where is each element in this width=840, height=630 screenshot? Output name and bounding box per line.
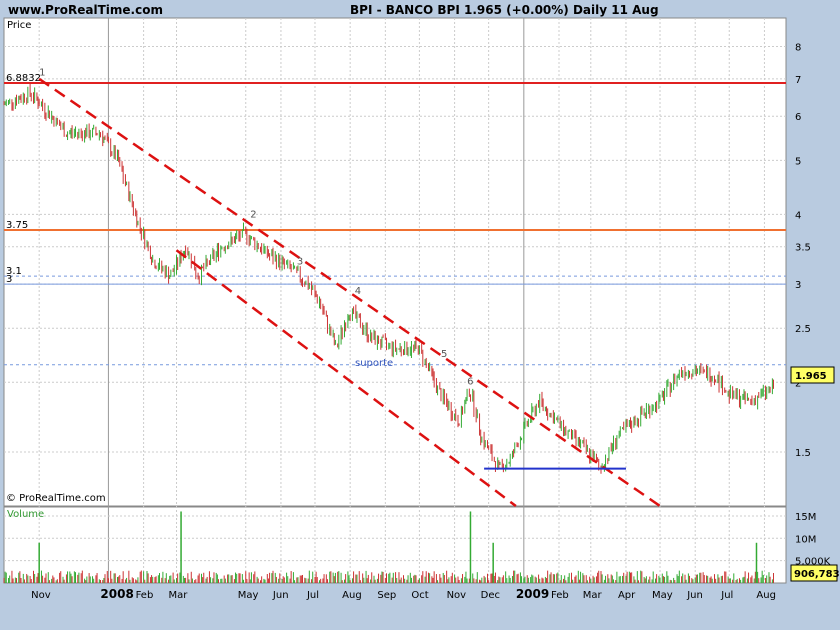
suporte-annotation: suporte bbox=[355, 358, 393, 369]
time-tick-label: Jul bbox=[306, 590, 319, 601]
copyright: © ProRealTime.com bbox=[6, 493, 106, 504]
time-tick-label: Mar bbox=[583, 590, 603, 601]
time-tick-label: Mar bbox=[169, 590, 189, 601]
ylabel-price: Price bbox=[7, 20, 31, 31]
volume-label: Volume bbox=[7, 509, 44, 520]
time-tick-label: Jul bbox=[720, 590, 733, 601]
price-chart: 6.88323.753.13 123456 876543.532.521.5 1… bbox=[3, 17, 840, 601]
price-axis: 876543.532.521.5 bbox=[795, 43, 811, 459]
wave-marker-label: 4 bbox=[355, 286, 361, 297]
price-tick-label: 1.5 bbox=[795, 448, 811, 459]
time-tick-label: Nov bbox=[447, 590, 467, 601]
time-tick-label: Feb bbox=[136, 590, 154, 601]
time-tick-label: Aug bbox=[342, 590, 362, 601]
time-tick-label: Feb bbox=[551, 590, 569, 601]
price-panel-background bbox=[3, 17, 787, 507]
time-tick-label: Oct bbox=[411, 590, 428, 601]
wave-marker-label: 6 bbox=[467, 377, 473, 388]
time-tick-label: Sep bbox=[377, 590, 396, 601]
price-tick-label: 3.5 bbox=[795, 243, 811, 254]
level-label: 3 bbox=[6, 274, 12, 285]
time-tick-label: Jun bbox=[272, 590, 289, 601]
volume-axis: 15M10M5,000K bbox=[795, 512, 831, 568]
time-tick-label: Aug bbox=[756, 590, 776, 601]
time-tick-label: Jun bbox=[686, 590, 703, 601]
time-tick-label: Apr bbox=[618, 590, 636, 601]
last-price-label: 1.965 bbox=[795, 371, 827, 382]
wave-marker-label: 1 bbox=[39, 67, 45, 78]
last-volume-label: 906,783 bbox=[794, 569, 840, 580]
wave-marker-label: 2 bbox=[250, 209, 256, 220]
price-tick-label: 2.5 bbox=[795, 324, 811, 335]
time-tick-label: Dec bbox=[481, 590, 500, 601]
volume-tick-label: 10M bbox=[795, 534, 816, 545]
wave-marker-label: 3 bbox=[297, 257, 303, 268]
time-tick-label: 2008 bbox=[100, 587, 133, 601]
time-tick-label: May bbox=[652, 590, 673, 601]
price-tick-label: 6 bbox=[795, 112, 801, 123]
time-tick-label: Nov bbox=[31, 590, 51, 601]
wave-marker-label: 5 bbox=[441, 349, 447, 360]
volume-tick-label: 15M bbox=[795, 512, 816, 523]
price-tick-label: 5 bbox=[795, 156, 801, 167]
time-axis: Nov 2008 Feb Mar May Jun Jul Aug Sep Oct Nov Dec 200… bbox=[31, 587, 776, 601]
time-tick-label: May bbox=[238, 590, 259, 601]
level-label: 3.75 bbox=[6, 220, 28, 231]
volume-panel-background bbox=[3, 506, 787, 584]
price-tick-label: 7 bbox=[795, 75, 801, 86]
price-tick-label: 4 bbox=[795, 210, 801, 221]
price-tick-label: 3 bbox=[795, 280, 801, 291]
time-tick-label: 2009 bbox=[516, 587, 549, 601]
price-tick-label: 8 bbox=[795, 43, 801, 54]
level-label: 6.8832 bbox=[6, 73, 41, 84]
